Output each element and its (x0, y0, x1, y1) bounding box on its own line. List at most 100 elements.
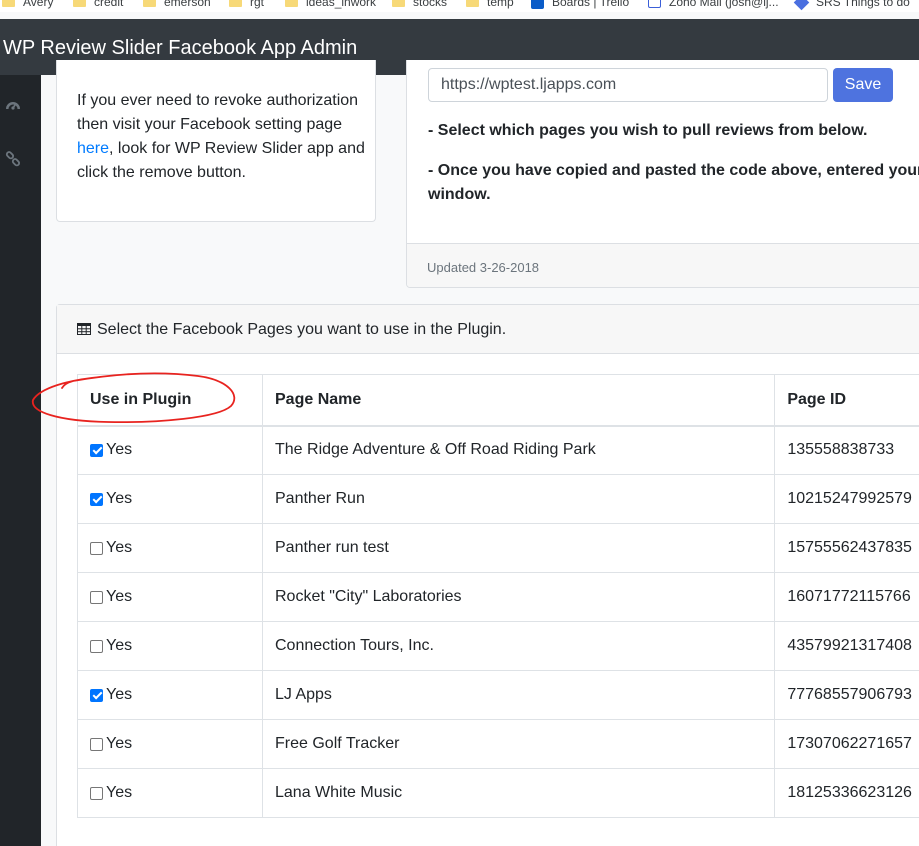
updated-date: Updated 3-26-2018 (427, 260, 540, 275)
use-in-plugin-checkbox[interactable] (90, 639, 103, 653)
page-name-cell: Panther run test (261, 523, 776, 573)
use-in-plugin-cell: Yes (77, 719, 263, 769)
bookmark-item[interactable]: rgt (229, 0, 264, 10)
facebook-settings-link[interactable]: here (77, 140, 109, 157)
page-name-cell: Lana White Music (261, 768, 776, 818)
table-row: Yes Free Golf Tracker 17307062271657 (77, 719, 919, 769)
folder-icon (73, 0, 86, 7)
use-in-plugin-checkbox[interactable] (90, 541, 103, 555)
page-id-cell: 10215247992579 (774, 474, 919, 524)
table-header-row: Use in Plugin Page Name Page ID (77, 374, 919, 427)
revoke-info-text: If you ever need to revoke authorization… (77, 89, 367, 185)
use-in-plugin-toggle[interactable]: Yes (90, 588, 250, 606)
bookmark-item[interactable]: temp (466, 0, 514, 10)
folder-icon (143, 0, 156, 7)
diamond-icon (793, 0, 810, 10)
checkbox-label: Yes (106, 735, 133, 752)
bookmark-label: rgt (250, 0, 265, 9)
trello-icon (531, 0, 544, 9)
table-row: Yes Lana White Music 18125336623126 (77, 768, 919, 818)
use-in-plugin-cell: Yes (77, 621, 263, 671)
use-in-plugin-checkbox[interactable] (90, 590, 103, 604)
page-name-cell: Free Golf Tracker (261, 719, 776, 769)
use-in-plugin-checkbox[interactable] (90, 737, 103, 751)
bookmarks-bar: Avery credit emerson rgt ideas_inwork st… (0, 0, 919, 12)
bookmark-label: Boards | Trello (552, 0, 630, 9)
page-name-cell: Rocket "City" Laboratories (261, 572, 776, 622)
bookmark-label: Zoho Mail (josh@lj... (669, 0, 779, 9)
table-row: Yes Rocket "City" Laboratories 16071772115… (77, 572, 919, 622)
bookmark-label: SRS Things to do (816, 0, 910, 9)
folder-icon (466, 0, 479, 7)
link-icon[interactable] (5, 151, 21, 167)
bookmark-item[interactable]: Boards | Trello (531, 0, 629, 10)
table-icon (77, 323, 91, 335)
bookmark-label: emerson (164, 0, 211, 9)
use-in-plugin-checkbox[interactable] (90, 786, 103, 800)
use-in-plugin-toggle[interactable]: Yes (90, 539, 250, 557)
use-in-plugin-cell: Yes (77, 425, 263, 475)
dashboard-icon[interactable] (5, 97, 21, 113)
bookmark-label: Avery (23, 0, 54, 9)
page-id-cell: 15755562437835 (774, 523, 919, 573)
save-button[interactable]: Save (833, 68, 893, 102)
use-in-plugin-cell: Yes (77, 670, 263, 720)
folder-icon (229, 0, 242, 7)
bookmark-item[interactable]: emerson (143, 0, 211, 10)
checkbox-label: Yes (106, 637, 133, 654)
column-header-use-in-plugin: Use in Plugin (77, 374, 263, 427)
page-id-cell: 16071772115766 (774, 572, 919, 622)
bookmark-item[interactable]: ideas_inwork (285, 0, 376, 10)
bookmark-label: temp (487, 0, 514, 9)
page-name-cell: The Ridge Adventure & Off Road Riding Pa… (261, 425, 776, 475)
use-in-plugin-toggle[interactable]: Yes (90, 784, 250, 802)
checkbox-label: Yes (106, 441, 133, 459)
use-in-plugin-checkbox[interactable] (90, 492, 103, 506)
page-id-cell: 18125336623126 (774, 768, 919, 818)
folder-icon (285, 0, 298, 7)
column-header-page-id: Page ID (774, 374, 919, 427)
page-name-cell: Connection Tours, Inc. (261, 621, 776, 671)
page-name-cell: LJ Apps (261, 670, 776, 720)
use-in-plugin-toggle[interactable]: Yes (90, 637, 250, 655)
app-title[interactable]: WP Review Slider Facebook App Admin (3, 37, 357, 60)
revoke-info-card: If you ever need to revoke authorization… (56, 60, 376, 222)
page-id-cell: 77768557906793 (774, 670, 919, 720)
revoke-text-part: , look for WP Review Slider app and clic… (77, 140, 365, 181)
use-in-plugin-cell: Yes (77, 768, 263, 818)
use-in-plugin-checkbox[interactable] (90, 688, 103, 702)
checkbox-label: Yes (106, 539, 133, 556)
bookmark-item[interactable]: Avery (2, 0, 53, 10)
bookmark-item[interactable]: credit (73, 0, 123, 10)
use-in-plugin-cell: Yes (77, 474, 263, 524)
use-in-plugin-toggle[interactable]: Yes (90, 490, 250, 508)
bookmark-label: stocks (413, 0, 448, 9)
instruction-copy-code: - Once you have copied and pasted the co… (428, 162, 919, 179)
page-id-cell: 17307062271657 (774, 719, 919, 769)
instruction-select-pages: - Select which pages you wish to pull re… (428, 122, 868, 139)
bookmark-label: ideas_inwork (306, 0, 377, 9)
table-row: Yes Panther run test 15755562437835 (77, 523, 919, 573)
bookmark-item[interactable]: stocks (392, 0, 447, 10)
site-url-input[interactable] (428, 68, 828, 102)
use-in-plugin-toggle[interactable]: Yes (90, 441, 250, 459)
revoke-text-part: If you ever need to revoke authorization… (77, 92, 359, 133)
use-in-plugin-toggle[interactable]: Yes (90, 735, 250, 753)
table-row: Yes LJ Apps 77768557906793 (77, 670, 919, 720)
use-in-plugin-toggle[interactable]: Yes (90, 686, 250, 704)
table-row: Yes The Ridge Adventure & Off Road Riding… (77, 425, 919, 475)
checkbox-label: Yes (106, 490, 133, 507)
bookmark-item[interactable]: Zoho Mail (josh@lj... (648, 0, 779, 10)
bookmark-item[interactable]: SRS Things to do (793, 0, 910, 10)
folder-icon (2, 0, 15, 7)
use-in-plugin-checkbox[interactable] (90, 443, 103, 457)
page-name-cell: Panther Run (261, 474, 776, 524)
column-header-page-name: Page Name (261, 374, 776, 427)
card-footer: Updated 3-26-2018 (407, 243, 919, 287)
sidebar (0, 75, 41, 846)
page-id-cell: 43579921317408 (774, 621, 919, 671)
folder-icon (392, 0, 405, 7)
checkbox-label: Yes (106, 686, 133, 703)
checkbox-label: Yes (106, 588, 133, 605)
setup-instructions-card: Save - Select which pages you wish to pu… (406, 60, 919, 288)
